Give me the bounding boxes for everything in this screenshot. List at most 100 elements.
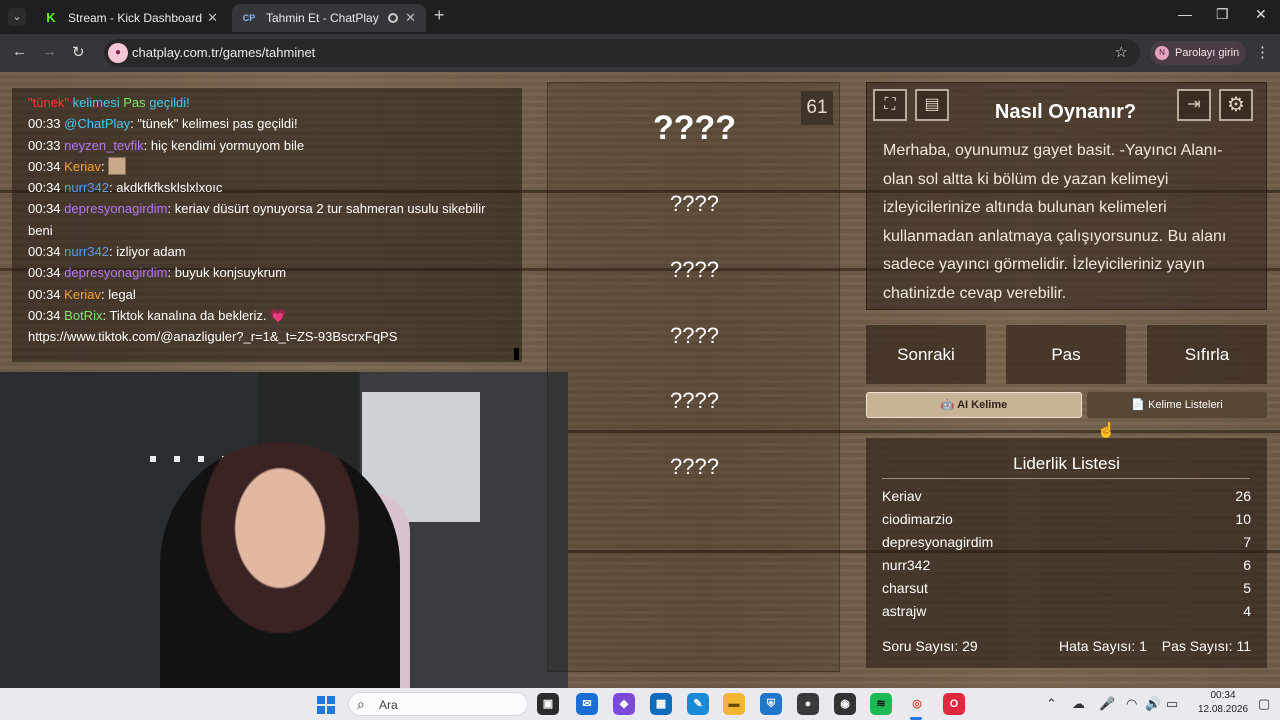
tab-ai-word[interactable]: 🤖 AI Kelime: [866, 392, 1082, 418]
cloud-icon[interactable]: ☁: [1072, 696, 1085, 712]
leaderboard-row: ciodimarzio 10: [882, 511, 1251, 527]
tray-chevron-icon[interactable]: ⌃: [1046, 696, 1057, 712]
back-arrow-icon[interactable]: ←: [12, 43, 27, 60]
chat-header: "tünek" kelimesi Pas geçildi!: [28, 95, 190, 110]
minimize-icon[interactable]: —: [1178, 6, 1192, 22]
tab-tahmin-et[interactable]: CP Tahmin Et - ChatPlay ✕: [232, 4, 426, 32]
password-chip-label: Parolayı girin: [1175, 47, 1240, 59]
task-view-icon[interactable]: ▣: [537, 693, 559, 715]
security-icon[interactable]: ⛨: [760, 693, 782, 715]
chat-link[interactable]: https://www.tiktok.com/@anazliguler?_r=1…: [28, 326, 522, 347]
emote-image: [108, 156, 127, 175]
chat-message: 00:33 neyzen_tevfik: hiç kendimi yormuyo…: [28, 137, 305, 153]
tab-kick-dashboard[interactable]: K Stream - Kick Dashboard ✕: [34, 4, 228, 32]
quick-assist-icon[interactable]: ✎: [687, 693, 709, 715]
next-button[interactable]: Sonraki: [866, 325, 986, 384]
tab-title: Stream - Kick Dashboard: [68, 11, 203, 25]
tab-title: Tahmin Et - ChatPlay: [266, 11, 379, 25]
pass-button[interactable]: Pas: [1006, 325, 1126, 384]
search-icon: ⌕: [357, 696, 365, 712]
hidden-word: ????: [670, 257, 719, 282]
chat-message: 00:34 Keriav:: [28, 156, 522, 177]
wifi-icon[interactable]: ◠: [1126, 696, 1137, 712]
chat-overlay: "tünek" kelimesi Pas geçildi! 00:33 @Cha…: [12, 88, 522, 362]
opera-icon[interactable]: O: [943, 693, 965, 715]
leaderboard-panel: Liderlik Listesi Keriav 26 ciodimarzio 10 …: [866, 438, 1267, 668]
taskbar: ⌕ Ara ▣ ✉ ◆ ▦ ✎ ▬ ⛨ ● ◉ ≋ ◎ O ⌃ ☁ 🎤 ◠ 🔊 …: [0, 688, 1280, 720]
tab-search-chevron-icon[interactable]: ⌄: [8, 8, 26, 26]
pass-count: Pas Sayısı: 11: [1161, 638, 1251, 654]
webcam-feed: [0, 372, 568, 688]
notifications-icon[interactable]: ▢: [1258, 696, 1270, 712]
browser-menu-icon[interactable]: ⋮: [1255, 43, 1270, 61]
forward-arrow-icon[interactable]: →: [42, 43, 57, 60]
chat-message: 00:34 Keriav: legal: [28, 286, 136, 302]
error-count: Hata Sayısı: 1: [1059, 638, 1147, 654]
battery-icon[interactable]: ▭: [1166, 696, 1178, 712]
alien-app-icon[interactable]: ●: [797, 693, 819, 715]
chat-message: 00:34 depresyonagirdim: keriav düsürt oy…: [28, 201, 486, 238]
window-close-icon[interactable]: ✕: [1255, 6, 1267, 23]
chat-message: 00:34 nurr342: akdkfkfksklslxlxoıc: [28, 180, 223, 196]
windows-start-icon[interactable]: [317, 696, 335, 714]
kick-favicon-icon: K: [44, 11, 58, 25]
hand-cursor-icon: ☝: [1097, 422, 1116, 439]
chat-message: 00:34 nurr342: izliyor adam: [28, 244, 186, 260]
close-tab-icon[interactable]: ✕: [207, 4, 218, 32]
restore-icon[interactable]: ❐: [1216, 6, 1229, 23]
how-to-play-panel: ⛶ ▤ Nasıl Oynanır? ⇥ ⚙ Merhaba, oyunumuz…: [866, 82, 1267, 310]
divider: [882, 478, 1250, 479]
leaderboard-row: astrajw 4: [882, 603, 1251, 619]
microphone-icon[interactable]: ●: [108, 43, 128, 63]
hidden-word: ????: [670, 454, 719, 479]
volume-icon[interactable]: 🔊: [1145, 696, 1161, 712]
exit-icon[interactable]: ⇥: [1177, 89, 1211, 121]
hidden-words-panel: 61 ???? ???? ???? ???? ???? ????: [547, 82, 840, 672]
leaderboard-row: nurr342 6: [882, 557, 1251, 573]
chat-message: 00:34 BotRix: Tiktok kanalına da bekleri…: [28, 307, 287, 323]
question-count: Soru Sayısı: 29: [882, 638, 978, 654]
leaderboard-title: Liderlik Listesi: [1013, 454, 1120, 473]
microphone-tray-icon[interactable]: 🎤: [1099, 696, 1115, 712]
hidden-word: ????: [670, 191, 719, 216]
close-tab-icon[interactable]: ✕: [405, 4, 416, 32]
webcam-streamer: [160, 442, 400, 688]
outlook-icon[interactable]: ✉: [576, 693, 598, 715]
store-icon[interactable]: ▦: [650, 693, 672, 715]
leaderboard-row: Keriav 26: [882, 488, 1251, 504]
settings-gear-icon[interactable]: ⚙: [1219, 89, 1253, 121]
recording-indicator-icon: [388, 13, 398, 23]
game-page: "tünek" kelimesi Pas geçildi! 00:33 @Cha…: [0, 72, 1280, 688]
search-placeholder: Ara: [379, 698, 398, 712]
tab-word-lists[interactable]: 📄 Kelime Listeleri: [1087, 392, 1267, 418]
how-to-play-text: Merhaba, oyunumuz gayet basit. -Yayıncı …: [883, 142, 1227, 302]
password-chip[interactable]: N Parolayı girin: [1150, 41, 1246, 65]
taskbar-search[interactable]: ⌕ Ara: [348, 692, 528, 716]
chatplay-favicon-icon: CP: [242, 13, 256, 23]
new-tab-plus-icon[interactable]: +: [434, 5, 445, 26]
text-cursor: [514, 348, 519, 360]
chrome-icon[interactable]: ◎: [906, 693, 928, 715]
chat-message: 00:33 @ChatPlay: "tünek" kelimesi pas ge…: [28, 116, 298, 132]
chat-message: 00:34 depresyonagirdim: buyuk konjsuykru…: [28, 265, 287, 281]
reload-icon[interactable]: ↻: [72, 43, 85, 61]
hidden-word: ????: [652, 109, 737, 147]
tab-strip: ⌄ K Stream - Kick Dashboard ✕ CP Tahmin …: [0, 0, 1280, 34]
omnibox[interactable]: ● chatplay.com.tr/games/tahminet ☆: [104, 39, 1140, 67]
hidden-word: ????: [670, 388, 719, 413]
leaderboard-row: charsut 5: [882, 580, 1251, 596]
system-clock[interactable]: 00:34 12.08.2026: [1196, 689, 1250, 717]
file-explorer-icon[interactable]: ▬: [723, 693, 745, 715]
profile-avatar: N: [1155, 46, 1169, 60]
address-toolbar: ← → ↻ ● chatplay.com.tr/games/tahminet ☆…: [0, 34, 1280, 72]
hidden-word: ????: [670, 323, 719, 348]
copilot-icon[interactable]: ◆: [613, 693, 635, 715]
url-text[interactable]: chatplay.com.tr/games/tahminet: [132, 45, 315, 60]
clock-date: 12.08.2026: [1197, 704, 1249, 715]
obs-icon[interactable]: ◉: [834, 693, 856, 715]
bookmark-star-icon[interactable]: ☆: [1115, 43, 1128, 61]
reset-button[interactable]: Sıfırla: [1147, 325, 1267, 384]
spotify-icon[interactable]: ≋: [870, 693, 892, 715]
clock-time: 00:34: [1210, 690, 1236, 701]
leaderboard-row: depresyonagirdim 7: [882, 534, 1251, 550]
